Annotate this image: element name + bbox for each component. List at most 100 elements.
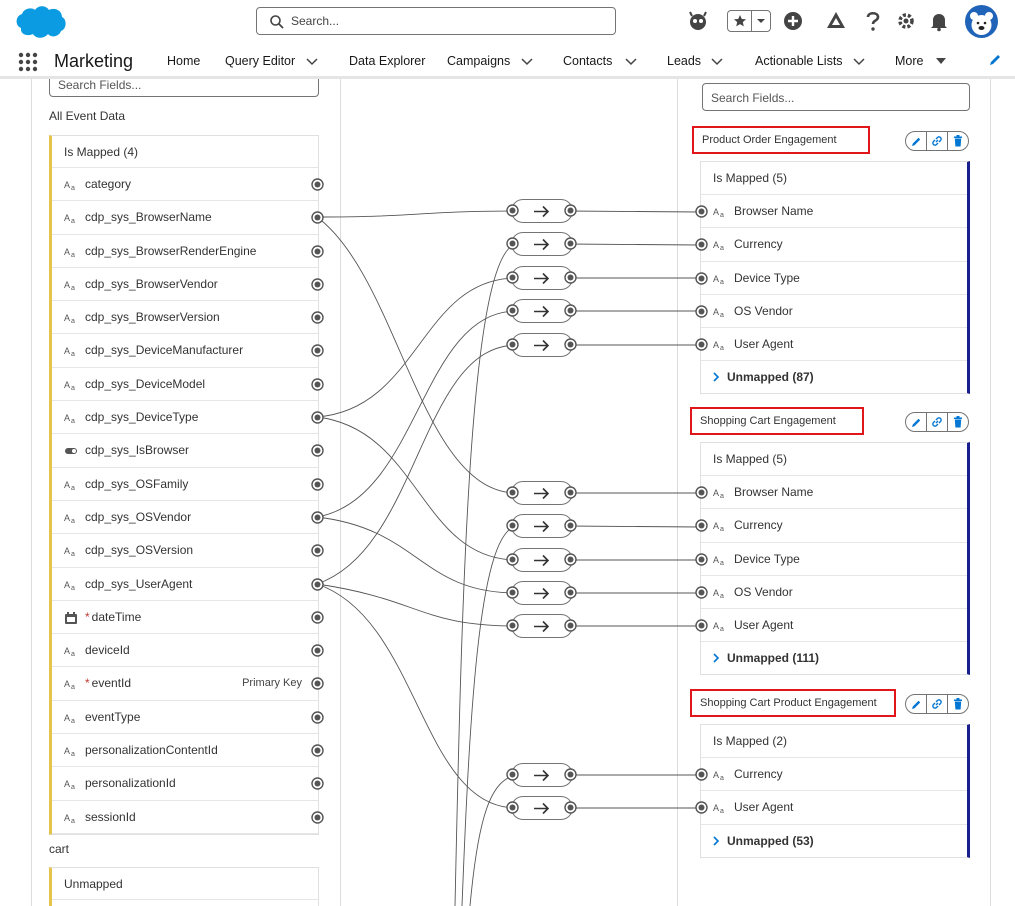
right-field-row[interactable]: Aa Currency	[695, 509, 967, 543]
app-launcher-icon[interactable]	[18, 52, 38, 72]
right-field-row[interactable]: Aa User Agent	[695, 609, 967, 643]
connector-handle-icon[interactable]	[311, 378, 324, 391]
mapping-connector[interactable]	[506, 796, 577, 820]
connector-handle-icon[interactable]	[695, 338, 708, 351]
chevron-down-icon[interactable]	[711, 56, 723, 66]
connector-handle-icon[interactable]	[695, 238, 708, 251]
connector-handle-icon[interactable]	[506, 553, 520, 567]
connector-handle-icon[interactable]	[311, 810, 324, 824]
connector-handle-icon[interactable]	[506, 486, 520, 500]
group-header[interactable]: Unmapped	[52, 868, 318, 900]
chevron-down-icon[interactable]	[625, 56, 637, 66]
setup-gear-icon[interactable]	[895, 7, 917, 35]
einstein-assistant-icon[interactable]	[686, 7, 710, 35]
connector-handle-icon[interactable]	[311, 244, 324, 258]
connector-handle-icon[interactable]	[506, 619, 520, 633]
left-field-row[interactable]: Aa category	[52, 168, 324, 202]
link-icon[interactable]	[927, 695, 948, 713]
left-field-row[interactable]: Aa cdp_sys_BrowserVendor	[52, 268, 324, 302]
right-field-row[interactable]: Aa User Agent	[695, 791, 967, 825]
nav-item-actionable-lists[interactable]: Actionable Lists	[755, 54, 843, 68]
connector-handle-icon[interactable]	[311, 444, 324, 458]
connector-handle-icon[interactable]	[695, 305, 708, 318]
nav-item-data-explorer[interactable]: Data Explorer	[349, 54, 425, 68]
connector-handle-icon[interactable]	[506, 338, 520, 352]
left-field-row[interactable]: Aa * eventId Primary Key	[52, 667, 324, 701]
mapping-connector[interactable]	[506, 232, 577, 256]
connector-handle-icon[interactable]	[564, 304, 578, 318]
connector-handle-icon[interactable]	[695, 586, 708, 599]
connector-handle-icon[interactable]	[506, 271, 520, 285]
connector-handle-icon[interactable]	[311, 744, 324, 757]
left-field-row[interactable]: cdp_sys_IsBrowser	[52, 434, 324, 468]
right-field-row[interactable]: Aa Browser Name	[695, 476, 967, 510]
left-field-row[interactable]: Aa cdp_sys_DeviceModel	[52, 368, 324, 402]
connector-handle-icon[interactable]	[311, 311, 324, 324]
connector-handle-icon[interactable]	[506, 586, 520, 600]
favorites-button[interactable]	[727, 10, 771, 32]
right-field-row[interactable]: Aa OS Vendor	[695, 295, 967, 329]
chevron-down-icon[interactable]	[752, 11, 770, 31]
connector-handle-icon[interactable]	[311, 711, 324, 724]
edit-pencil-icon[interactable]	[906, 413, 927, 431]
connector-handle-icon[interactable]	[311, 411, 324, 424]
chevron-down-icon[interactable]	[853, 56, 865, 66]
chevron-down-icon[interactable]	[306, 56, 318, 66]
connector-handle-icon[interactable]	[506, 768, 520, 782]
connector-handle-icon[interactable]	[564, 338, 578, 352]
mapping-connector[interactable]	[506, 333, 577, 357]
connector-handle-icon[interactable]	[311, 544, 324, 557]
global-search-input[interactable]: Search...	[256, 7, 616, 35]
right-field-row[interactable]: Aa User Agent	[695, 328, 967, 362]
connector-handle-icon[interactable]	[506, 519, 520, 533]
help-icon[interactable]	[864, 7, 882, 35]
delete-trash-icon[interactable]	[948, 132, 968, 150]
add-icon[interactable]	[782, 7, 804, 35]
connector-handle-icon[interactable]	[695, 768, 708, 781]
left-field-row[interactable]: Aa cdp_sys_BrowserVersion	[52, 301, 324, 335]
nav-item-leads[interactable]: Leads	[667, 54, 701, 68]
right-field-row[interactable]: Aa Device Type	[695, 262, 967, 295]
connector-handle-icon[interactable]	[564, 486, 578, 500]
mapping-connector[interactable]	[506, 199, 577, 223]
connector-handle-icon[interactable]	[311, 611, 324, 624]
nav-item-home[interactable]: Home	[167, 54, 200, 68]
connector-handle-icon[interactable]	[311, 344, 324, 358]
nav-item-campaigns[interactable]: Campaigns	[447, 54, 510, 68]
connector-handle-icon[interactable]	[506, 204, 520, 218]
nav-item-contacts[interactable]: Contacts	[563, 54, 612, 68]
left-field-row[interactable]: Aa sessionId	[52, 801, 324, 834]
left-field-row[interactable]: Aa cdp_sys_OSVendor	[52, 501, 324, 535]
chevron-down-icon[interactable]	[521, 56, 533, 66]
caret-down-icon[interactable]	[935, 56, 947, 66]
left-search-fields-input[interactable]: Search Fields...	[49, 79, 319, 97]
connector-handle-icon[interactable]	[695, 519, 708, 532]
mapping-connector[interactable]	[506, 299, 577, 323]
connector-handle-icon[interactable]	[564, 237, 578, 251]
link-icon[interactable]	[927, 132, 948, 150]
connector-handle-icon[interactable]	[311, 677, 324, 691]
edit-pencil-icon[interactable]	[906, 132, 927, 150]
group-header[interactable]: Is Mapped (4)	[52, 136, 318, 168]
connector-handle-icon[interactable]	[564, 801, 578, 815]
edit-nav-pencil-icon[interactable]	[988, 53, 1002, 67]
nav-item-query-editor[interactable]: Query Editor	[225, 54, 295, 68]
edit-pencil-icon[interactable]	[906, 695, 927, 713]
connector-handle-icon[interactable]	[695, 486, 708, 499]
nav-item-more[interactable]: More	[895, 54, 923, 68]
unmapped-toggle[interactable]: Unmapped (53)	[701, 825, 967, 857]
connector-handle-icon[interactable]	[564, 519, 578, 533]
mapping-connector[interactable]	[506, 266, 577, 290]
trailhead-icon[interactable]	[824, 7, 848, 35]
notifications-bell-icon[interactable]	[928, 7, 950, 35]
right-field-row[interactable]: Aa Device Type	[695, 543, 967, 576]
salesforce-logo-icon[interactable]	[13, 4, 67, 40]
left-field-row[interactable]: Aa cdp_sys_OSVersion	[52, 534, 324, 568]
mapping-connector[interactable]	[506, 614, 577, 638]
connector-handle-icon[interactable]	[564, 619, 578, 633]
mapping-connector[interactable]	[506, 514, 577, 538]
mapping-connector[interactable]	[506, 581, 577, 605]
connector-handle-icon[interactable]	[311, 777, 324, 791]
connector-handle-icon[interactable]	[564, 271, 578, 285]
delete-trash-icon[interactable]	[948, 695, 968, 713]
